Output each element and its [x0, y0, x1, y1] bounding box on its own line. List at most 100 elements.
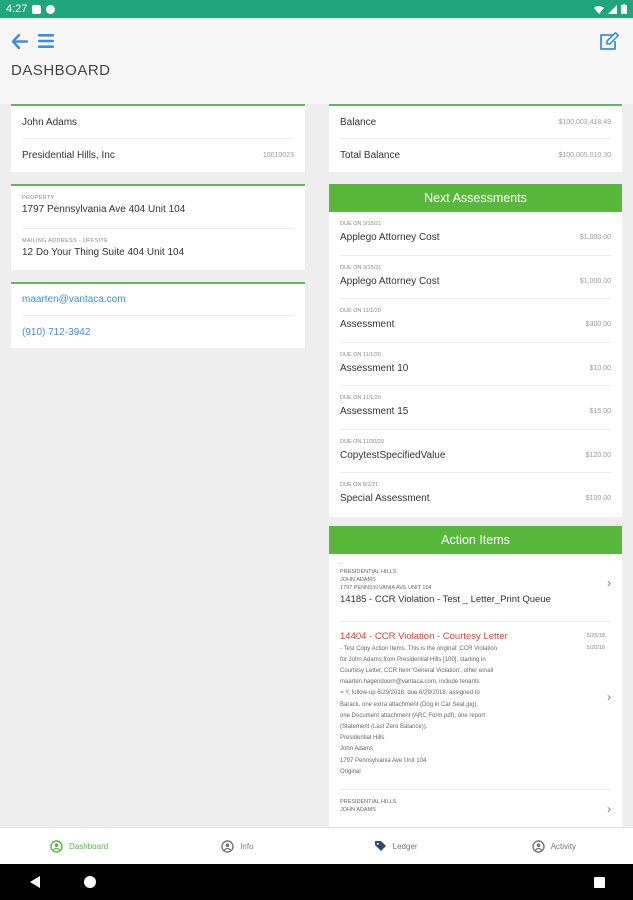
assessment-amount: $100.00 [585, 495, 611, 502]
action-items-header: Action Items [329, 525, 622, 554]
description-line: = Y, follow-up 6/29/2018, due 6/29/2018,… [340, 690, 480, 697]
assessment-amount: $15.00 [589, 408, 611, 415]
page-title: DASHBOARD [11, 62, 111, 79]
action-dash: - [340, 560, 342, 567]
assessment-amount: $120.00 [585, 451, 611, 459]
assessment-item: DUE ON 8/1/21 Special Assessment $100.00 [340, 473, 611, 517]
assessment-name: Assessment [340, 319, 395, 330]
nav-dashboard[interactable]: Dashboard [0, 828, 158, 864]
home-icon[interactable] [84, 876, 96, 888]
right-column: Balance $100,003,418.49 Total Balance $1… [329, 104, 622, 827]
assessment-item: DUE ON 11/1/20 Assessment $300.00 [340, 299, 611, 343]
status-bar: 4:27 [0, 0, 633, 18]
edit-icon[interactable] [599, 32, 619, 50]
assessment-name: Assessment 15 [340, 406, 409, 417]
description-line: - Test Copy Action Items. This is the or… [340, 645, 498, 652]
action-items-card: Action Items - PRESIDENTIAL HILLS JOHN A… [329, 525, 622, 828]
mailing-label: MAILING ADDRESS - OFFSITE [22, 238, 109, 244]
action-item[interactable]: 14404 - CCR Violation - Courtesy Letter … [340, 622, 611, 790]
assessment-amount: $10.00 [589, 364, 611, 372]
email-row[interactable]: maarten@vantaca.com [22, 284, 294, 316]
action-association: PRESIDENTIAL HILLS [340, 798, 397, 805]
description-line: 1797 Pennsylvania Ave Unit 104 [340, 757, 427, 764]
assessment-item: DUE ON 11/30/20 CopytestSpecifiedValue $… [340, 430, 611, 473]
action-association: PRESIDENTIAL HILLS [340, 568, 397, 575]
assessment-due: DUE ON 11/30/20 [340, 438, 384, 445]
action-owner: JOHN ADAMS [340, 576, 376, 583]
association-row: Presidential Hills, Inc 10010023 [22, 139, 294, 172]
phone-link[interactable]: (910) 712-3942 [22, 327, 90, 338]
chevron-right-icon: › [607, 689, 611, 704]
phone-row[interactable]: (910) 712-3942 [22, 316, 294, 348]
tag-icon [374, 840, 386, 851]
description-line: (Statement (Last Zero Balance)). [340, 723, 428, 730]
assessment-due: DUE ON 11/1/20 [340, 351, 381, 358]
total-balance-value: $100,005,010.30 [558, 152, 611, 159]
signal-icon [608, 4, 617, 14]
left-column: John Adams Presidential Hills, Inc 10010… [11, 104, 305, 827]
property-row: PROPERTY 1797 Pennsylvania Ave 404 Unit … [22, 186, 294, 229]
assessment-due: DUE ON 3/15/21 [340, 264, 382, 271]
owner-name: John Adams [22, 116, 78, 128]
assessment-amount: $300.00 [585, 321, 611, 328]
info-icon [221, 839, 234, 853]
sync-icon [46, 4, 56, 14]
description-line: Original [340, 768, 361, 775]
description-line: for John Adams from Presidential Hills [… [340, 656, 486, 663]
assessment-due: DUE ON 3/15/21 [340, 221, 382, 227]
assessment-item: DUE ON 3/15/21 Applego Attorney Cost $1,… [340, 256, 611, 299]
nav-info-label: Info [240, 841, 254, 851]
app-header: DASHBOARD [0, 18, 633, 104]
description-line: Courtesy Letter, CCR Item 'General Viola… [340, 667, 494, 674]
nav-activity-label: Activity [550, 841, 577, 851]
account-id: 10010023 [262, 152, 294, 159]
wifi-icon [594, 5, 604, 14]
assessment-name: Applego Attorney Cost [340, 232, 440, 243]
sim-icon [32, 4, 42, 14]
mailing-row: MAILING ADDRESS - OFFSITE 12 Do Your Thi… [22, 229, 294, 270]
description-line: Barack, one extra attachment (Dog in Car… [340, 701, 479, 708]
status-time: 4:27 [6, 3, 28, 15]
balance-card: Balance $100,003,418.49 Total Balance $1… [329, 104, 622, 172]
action-item[interactable]: - PRESIDENTIAL HILLS JOHN ADAMS 1797 PEN… [340, 554, 611, 622]
nav-activity[interactable]: Activity [475, 828, 633, 864]
menu-icon[interactable] [38, 34, 54, 48]
email-link[interactable]: maarten@vantaca.com [22, 294, 126, 305]
back-icon[interactable] [30, 876, 40, 888]
action-title: 14404 - CCR Violation - Courtesy Letter [340, 630, 508, 642]
assessment-amount: $1,000.00 [579, 234, 611, 241]
battery-icon [621, 4, 627, 14]
action-description: - Test Copy Action Items. This is the or… [340, 644, 611, 778]
assessment-name: CopytestSpecifiedValue [340, 449, 446, 461]
balance-label: Balance [340, 116, 377, 128]
property-label: PROPERTY [22, 195, 55, 201]
assessments-card: Next Assessments DUE ON 3/15/21 Applego … [329, 184, 622, 517]
association-name: Presidential Hills, Inc [22, 150, 115, 161]
assessment-item: DUE ON 11/1/20 Assessment 15 $15.00 [340, 386, 611, 430]
back-arrow-icon[interactable] [11, 34, 28, 49]
nav-info[interactable]: Info [158, 828, 316, 864]
balance-value: $100,003,418.49 [558, 118, 611, 126]
assessment-name: Applego Attorney Cost [340, 275, 440, 287]
assessment-item: DUE ON 11/1/20 Assessment 10 $10.00 [340, 343, 611, 386]
assessment-name: Assessment 10 [340, 362, 409, 374]
nav-ledger[interactable]: Ledger [317, 828, 475, 864]
description-line: Presidential Hills [340, 735, 385, 742]
recents-icon[interactable] [594, 877, 605, 888]
description-line: one Document attachment (ARC Form.pdf), … [340, 712, 486, 719]
property-card: PROPERTY 1797 Pennsylvania Ave 404 Unit … [11, 184, 305, 270]
owner-card: John Adams Presidential Hills, Inc 10010… [11, 104, 305, 172]
action-date: 5/25/18 [586, 632, 605, 639]
dashboard-icon [50, 839, 63, 853]
action-item[interactable]: PRESIDENTIAL HILLS JOHN ADAMS › [340, 790, 611, 828]
assessment-amount: $1,000.00 [579, 277, 611, 285]
description-line: John Adams [340, 746, 374, 753]
description-line: maarten.hagendoorn@vantaca.com, include … [340, 679, 480, 686]
contact-card: maarten@vantaca.com (910) 712-3942 [11, 282, 305, 348]
mailing-address: 12 Do Your Thing Suite 404 Unit 104 [22, 247, 185, 258]
action-date: 5/20/18 [586, 644, 605, 651]
assessment-name: Special Assessment [340, 493, 430, 504]
nav-ledger-label: Ledger [392, 841, 418, 851]
owner-row: John Adams [22, 106, 294, 139]
action-address: 1797 PENNSYLVANIA AVE UNIT 104 [340, 584, 432, 591]
